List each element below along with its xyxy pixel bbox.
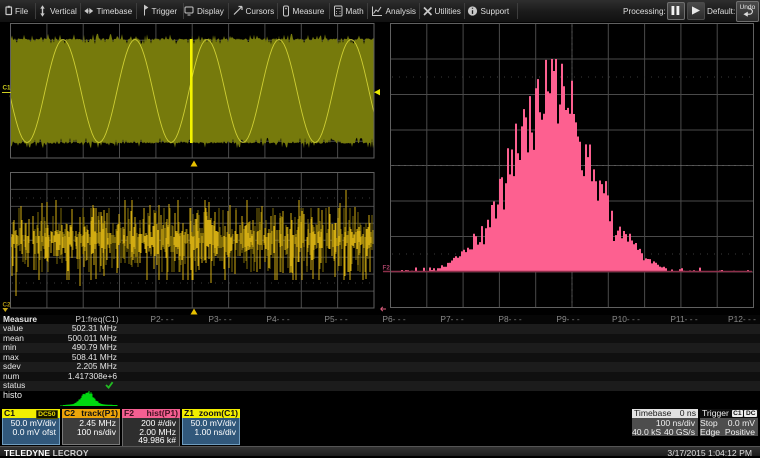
svg-text:C1: C1 [3, 85, 12, 92]
svg-text:C2: C2 [3, 302, 12, 309]
svg-text:F2: F2 [383, 265, 391, 272]
